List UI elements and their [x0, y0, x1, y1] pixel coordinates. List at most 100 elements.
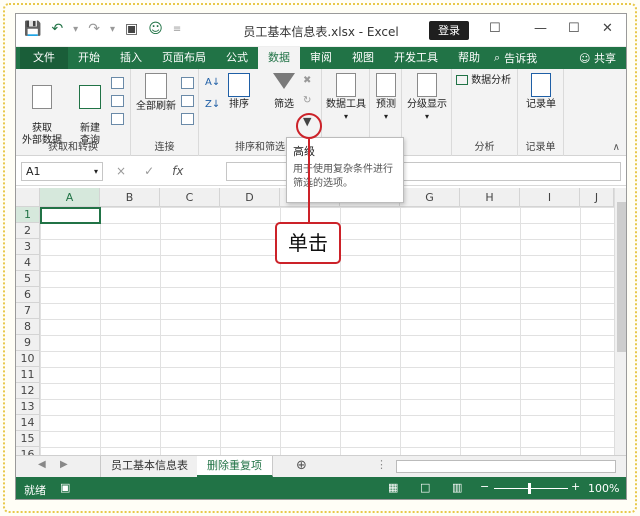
column-header-h[interactable]: H — [460, 188, 520, 207]
column-header-i[interactable]: I — [520, 188, 580, 207]
cancel-icon[interactable]: × — [116, 164, 126, 178]
new-query-button[interactable]: 新建 查询 — [70, 73, 110, 147]
minimize-icon[interactable]: — — [534, 21, 547, 36]
row-header-12[interactable]: 12 — [16, 383, 40, 399]
sheet-tab-employees[interactable]: 员工基本信息表 — [100, 456, 199, 477]
clear-filter-icon[interactable]: ✖ — [303, 75, 311, 86]
share-user-icon: ☺ — [579, 52, 591, 65]
ribbon-display-icon[interactable]: ☐ — [489, 21, 501, 36]
sort-button[interactable]: 排序 — [225, 73, 253, 111]
row-header-4[interactable]: 4 — [16, 255, 40, 271]
zoom-slider-thumb[interactable] — [528, 483, 531, 494]
group-label-connections: 连接 — [154, 142, 175, 153]
sheet-tab-remove-duplicates[interactable]: 删除重复项 — [197, 456, 273, 477]
row-header-5[interactable]: 5 — [16, 271, 40, 287]
row-header-13[interactable]: 13 — [16, 399, 40, 415]
row-header-2[interactable]: 2 — [16, 223, 40, 239]
add-sheet-icon[interactable]: ⊕ — [296, 458, 307, 473]
filter-button[interactable]: 筛选 — [269, 73, 299, 111]
zoom-slider-track[interactable] — [494, 488, 568, 489]
row-header-10[interactable]: 10 — [16, 351, 40, 367]
row-header-6[interactable]: 6 — [16, 287, 40, 303]
next-sheet-icon[interactable]: ▶ — [60, 459, 68, 470]
row-header-9[interactable]: 9 — [16, 335, 40, 351]
horizontal-scrollbar[interactable] — [396, 460, 616, 473]
normal-view-icon[interactable]: ▦ — [388, 481, 398, 494]
row-header-15[interactable]: 15 — [16, 431, 40, 447]
column-header-a[interactable]: A — [40, 188, 100, 207]
share-button[interactable]: ☺ 共享 — [579, 50, 626, 66]
outline-button[interactable]: 分级显示 ▾ — [404, 73, 450, 123]
tab-file[interactable]: 文件 — [20, 47, 68, 69]
zoom-out-icon[interactable]: − — [480, 480, 489, 493]
forecast-dropdown-icon: ▾ — [383, 112, 388, 121]
tab-page-layout[interactable]: 页面布局 — [152, 47, 216, 69]
search-icon: ⌕ — [494, 51, 501, 64]
record-list-label: 记录单 — [526, 99, 556, 110]
vertical-scrollbar[interactable] — [614, 188, 626, 455]
name-box[interactable]: A1 ▾ — [21, 162, 103, 181]
maximize-icon[interactable]: ☐ — [568, 21, 580, 36]
macro-record-icon[interactable]: ▣ — [60, 481, 70, 494]
tab-home[interactable]: 开始 — [68, 47, 110, 69]
edit-links-icon[interactable] — [181, 113, 194, 125]
get-external-data-button[interactable]: 获取 外部数据 — [18, 73, 66, 147]
show-queries-icon[interactable] — [111, 77, 124, 89]
from-table-icon[interactable] — [111, 95, 124, 107]
login-button[interactable]: 登录 — [429, 21, 469, 40]
tab-insert[interactable]: 插入 — [110, 47, 152, 69]
enter-icon[interactable]: ✓ — [144, 164, 154, 178]
column-header-g[interactable]: G — [400, 188, 460, 207]
row-header-7[interactable]: 7 — [16, 303, 40, 319]
row-header-8[interactable]: 8 — [16, 319, 40, 335]
record-list-icon — [531, 73, 551, 97]
zoom-in-icon[interactable]: + — [571, 480, 580, 493]
prev-sheet-icon[interactable]: ◀ — [38, 459, 46, 470]
recent-sources-icon[interactable] — [111, 113, 124, 125]
collapse-ribbon-icon[interactable]: ∧ — [613, 142, 620, 153]
zoom-level[interactable]: 100% — [588, 482, 619, 495]
close-icon[interactable]: ✕ — [602, 21, 613, 36]
tell-me-box[interactable]: ⌕ 告诉我 — [494, 50, 537, 66]
page-break-view-icon[interactable]: ▥ — [452, 481, 462, 494]
data-tools-button[interactable]: 数据工具 ▾ — [324, 73, 368, 123]
connections-icon[interactable] — [181, 77, 194, 89]
column-header-j[interactable]: J — [580, 188, 614, 207]
tab-review[interactable]: 审阅 — [300, 47, 342, 69]
tab-help[interactable]: 帮助 — [448, 47, 490, 69]
column-header-c[interactable]: C — [160, 188, 220, 207]
sort-ascending-icon[interactable]: A↓ — [205, 77, 220, 88]
select-all-corner[interactable] — [16, 188, 40, 207]
vertical-scroll-thumb[interactable] — [617, 202, 626, 352]
data-analysis-button[interactable]: 数据分析 — [456, 75, 516, 87]
tab-formulas[interactable]: 公式 — [216, 47, 258, 69]
forecast-button[interactable]: 预测 ▾ — [372, 73, 400, 123]
tab-developer[interactable]: 开发工具 — [384, 47, 448, 69]
column-header-d[interactable]: D — [220, 188, 280, 207]
status-ready: 就绪 — [24, 484, 46, 497]
refresh-all-button[interactable]: 全部刷新 — [133, 73, 179, 113]
insert-function-icon[interactable]: fx — [172, 164, 183, 178]
properties-icon[interactable] — [181, 95, 194, 107]
row-header-14[interactable]: 14 — [16, 415, 40, 431]
active-cell-a1[interactable] — [40, 207, 101, 224]
name-box-dropdown-icon[interactable]: ▾ — [94, 163, 98, 180]
row-header-11[interactable]: 11 — [16, 367, 40, 383]
row-header-3[interactable]: 3 — [16, 239, 40, 255]
tab-split-handle[interactable]: ⋮ — [376, 458, 387, 471]
column-header-b[interactable]: B — [100, 188, 160, 207]
reapply-filter-icon[interactable]: ↻ — [303, 95, 311, 106]
data-tools-dropdown-icon: ▾ — [343, 112, 348, 121]
data-analysis-label: 数据分析 — [471, 75, 512, 86]
sort-icon — [228, 73, 250, 97]
sort-descending-icon[interactable]: Z↓ — [205, 99, 220, 110]
record-list-button[interactable]: 记录单 — [521, 73, 561, 111]
tab-data[interactable]: 数据 — [258, 47, 300, 69]
group-label-get-transform: 获取和转换 — [48, 142, 98, 153]
page-layout-view-icon[interactable]: □ — [420, 481, 430, 494]
group-analysis: 数据分析 分析 — [452, 69, 518, 156]
tab-view[interactable]: 视图 — [342, 47, 384, 69]
share-label: 共享 — [594, 52, 616, 65]
refresh-icon — [145, 73, 167, 99]
row-header-1[interactable]: 1 — [16, 207, 40, 223]
